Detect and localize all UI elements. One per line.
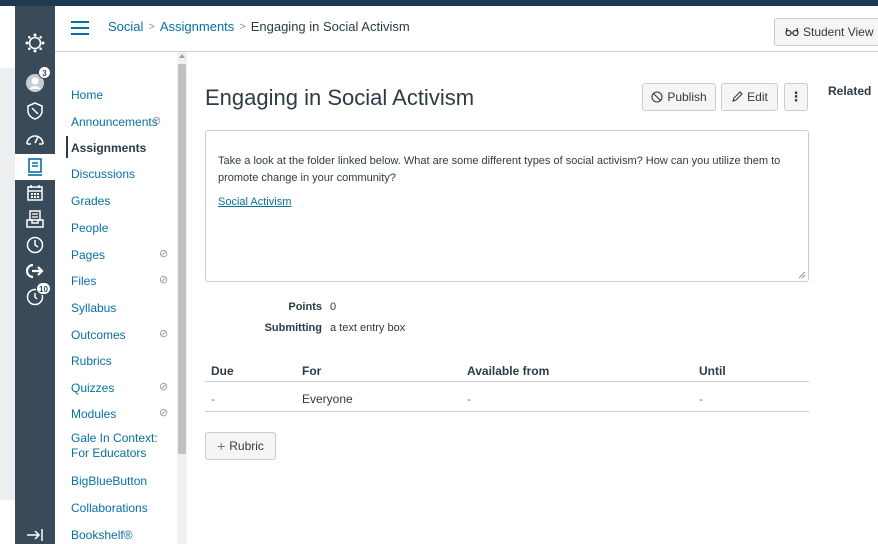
table-header-row: Due For Available from Until (205, 356, 809, 382)
related-heading: Related (828, 84, 872, 98)
table-row: - Everyone - - (205, 382, 809, 412)
cell-until: - (699, 392, 703, 406)
description-box: Take a look at the folder linked below. … (205, 130, 809, 282)
course-nav-people[interactable]: People (71, 221, 175, 236)
menu-toggle-icon[interactable] (71, 21, 89, 35)
admin-icon[interactable] (15, 98, 55, 124)
course-nav-discussions[interactable]: Discussions (71, 167, 175, 182)
cell-for: Everyone (302, 392, 353, 406)
points-value: 0 (330, 301, 337, 313)
breadcrumb-assignments[interactable]: Assignments (160, 19, 234, 34)
course-nav-assignments[interactable]: Assignments (71, 141, 175, 156)
breadcrumb-current: Engaging in Social Activism (250, 19, 410, 34)
cell-due: - (211, 392, 215, 406)
publish-label: Publish (667, 90, 707, 104)
account-badge: 3 (38, 66, 51, 79)
header-for: For (302, 364, 322, 378)
course-nav-bookshelf[interactable]: Bookshelf® (71, 528, 175, 543)
active-indicator (66, 136, 68, 158)
breadcrumb-separator-icon: > (239, 20, 246, 33)
course-nav-grades[interactable]: Grades (71, 194, 175, 209)
points-row: Points 0 (205, 301, 336, 313)
dashboard-icon[interactable] (15, 126, 55, 152)
description-text: Take a look at the folder linked below. … (218, 155, 781, 184)
course-nav: Home Announcements ⊘ Assignments Discuss… (55, 52, 187, 544)
global-nav: 3 10 (15, 6, 55, 544)
left-frame (0, 6, 15, 544)
breadcrumb-separator-icon: > (148, 20, 155, 33)
hidden-eye-icon: ⊘ (159, 328, 169, 340)
course-nav-syllabus[interactable]: Syllabus (71, 301, 175, 316)
account-icon[interactable]: 3 (15, 66, 55, 96)
logout-icon[interactable] (15, 258, 55, 284)
hidden-eye-icon: ⊘ (159, 407, 169, 419)
history-icon[interactable] (15, 232, 55, 258)
calendar-icon[interactable] (15, 180, 55, 206)
submitting-value: a text entry box (330, 322, 406, 334)
edit-label: Edit (747, 90, 768, 104)
dates-table: Due For Available from Until - Everyone … (205, 356, 809, 412)
header-available-from: Available from (467, 364, 550, 378)
kebab-icon: ⋮ (789, 89, 803, 104)
scroll-up-icon[interactable] (179, 54, 185, 58)
more-options-button[interactable]: ⋮ (784, 83, 808, 111)
points-label: Points (288, 301, 322, 313)
header-due: Due (211, 364, 234, 378)
hidden-eye-icon: ⊘ (159, 274, 169, 286)
publish-button[interactable]: Publish (642, 83, 716, 111)
course-nav-collaborations[interactable]: Collaborations (71, 501, 175, 516)
hidden-eye-icon: ⊘ (159, 248, 169, 260)
hidden-eye-icon: ⊘ (159, 381, 169, 393)
rubric-label: Rubric (229, 439, 264, 453)
scrollbar-thumb[interactable] (178, 64, 186, 454)
student-view-label: Student View (803, 25, 874, 39)
hidden-eye-icon: ⊘ (152, 115, 162, 127)
help-icon[interactable]: 10 (15, 282, 55, 310)
courses-icon[interactable] (15, 154, 55, 180)
course-nav-rubrics[interactable]: Rubrics (71, 354, 175, 369)
plus-icon: + (217, 438, 226, 454)
cell-available-from: - (467, 392, 471, 406)
course-nav-home[interactable]: Home (71, 88, 175, 103)
canvas-logo-icon[interactable] (15, 30, 55, 56)
unpublished-icon (651, 91, 663, 103)
social-activism-link[interactable]: Social Activism (218, 194, 291, 211)
add-rubric-button[interactable]: + Rubric (205, 432, 276, 460)
inbox-icon[interactable] (15, 206, 55, 232)
edit-button[interactable]: Edit (721, 83, 778, 111)
pencil-icon (732, 91, 743, 102)
breadcrumb-course[interactable]: Social (108, 19, 143, 34)
history-badge: 10 (36, 282, 51, 295)
collapse-nav-icon[interactable] (15, 522, 55, 544)
assignment-content: Engaging in Social Activism Publish Edit… (187, 52, 827, 544)
breadcrumb: Social > Assignments > Engaging in Socia… (108, 19, 410, 34)
course-nav-bigbluebutton[interactable]: BigBlueButton (71, 474, 175, 489)
submitting-label: Submitting (264, 322, 322, 334)
submitting-row: Submitting a text entry box (205, 322, 406, 334)
glasses-icon (785, 27, 799, 37)
resize-handle-icon[interactable] (798, 271, 806, 279)
course-nav-scrollbar[interactable] (177, 52, 187, 544)
student-view-button[interactable]: Student View (774, 18, 878, 46)
header-until: Until (699, 364, 726, 378)
page-title: Engaging in Social Activism (205, 85, 475, 110)
page-header: Social > Assignments > Engaging in Socia… (55, 6, 878, 52)
course-nav-gale[interactable]: Gale In Context: For Educators (71, 431, 175, 461)
